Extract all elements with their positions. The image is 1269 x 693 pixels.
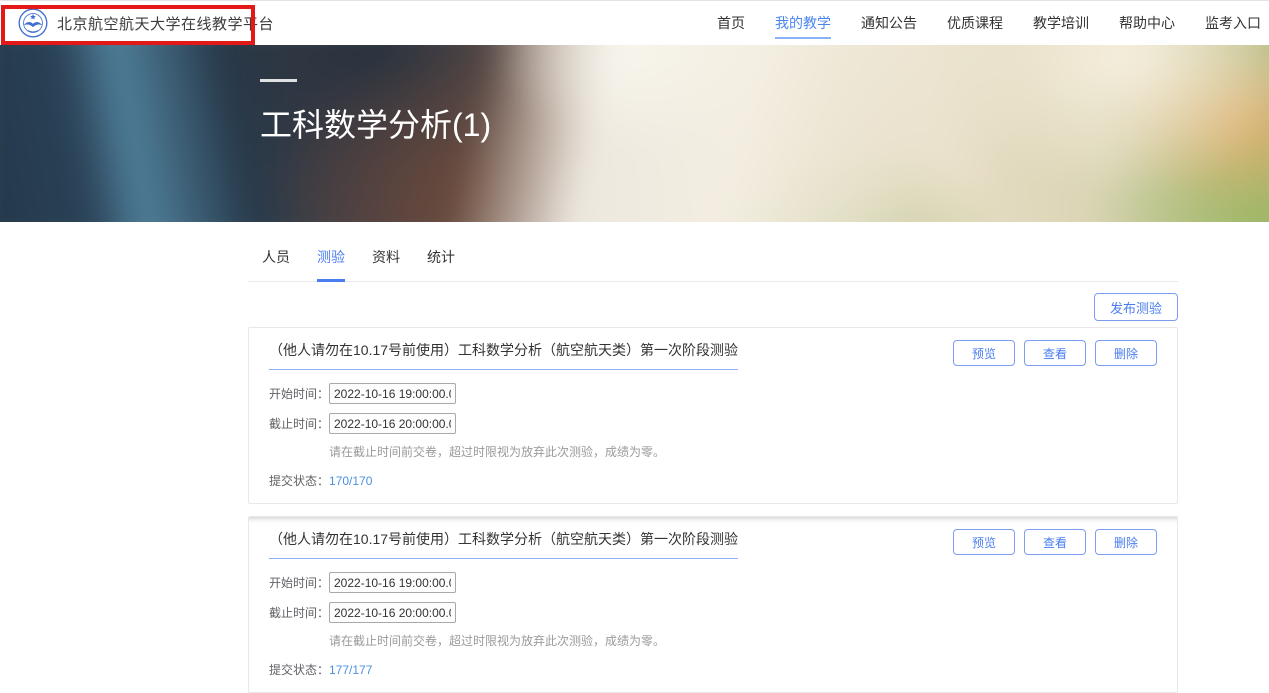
start-time-input[interactable] [329, 572, 456, 593]
tab-members[interactable]: 人员 [262, 247, 290, 282]
view-button[interactable]: 查看 [1024, 340, 1086, 366]
submission-status-label: 提交状态： [269, 474, 329, 488]
start-time-row: 开始时间： [269, 572, 1157, 593]
course-content: 人员 测验 资料 统计 发布测验 （他人请勿在10.17号前使用）工科数学分析（… [248, 247, 1178, 693]
preview-button[interactable]: 预览 [953, 529, 1015, 555]
test-card-title: （他人请勿在10.17号前使用）工科数学分析（航空航天类）第一次阶段测验 [269, 340, 738, 370]
publish-test-button[interactable]: 发布测验 [1094, 293, 1178, 321]
submission-status-row: 提交状态：170/170 [269, 472, 1157, 489]
start-time-row: 开始时间： [269, 383, 1157, 404]
main-nav: 首页 我的教学 通知公告 优质课程 教学培训 帮助中心 监考入口 [717, 7, 1263, 39]
submission-status-row: 提交状态：177/177 [269, 661, 1157, 678]
nav-item-proctor-entrance[interactable]: 监考入口 [1205, 7, 1261, 39]
test-card-head: （他人请勿在10.17号前使用）工科数学分析（航空航天类）第一次阶段测验 预览 … [269, 529, 1157, 559]
banner-accent-dash [260, 79, 297, 82]
top-header: 北京航空航天大学在线教学平台 首页 我的教学 通知公告 优质课程 教学培训 帮助… [0, 0, 1269, 45]
deadline-hint-text: 请在截止时间前交卷，超过时限视为放弃此次测验，成绩为零。 [329, 443, 1157, 460]
preview-button[interactable]: 预览 [953, 340, 1015, 366]
deadline-hint-text: 请在截止时间前交卷，超过时限视为放弃此次测验，成绩为零。 [329, 632, 1157, 649]
course-tabs: 人员 测验 资料 统计 [248, 247, 1178, 282]
nav-item-teacher-training[interactable]: 教学培训 [1033, 7, 1089, 39]
end-time-input[interactable] [329, 602, 456, 623]
test-card-title: （他人请勿在10.17号前使用）工科数学分析（航空航天类）第一次阶段测验 [269, 529, 738, 559]
tests-toolbar: 发布测验 [248, 293, 1178, 321]
course-title: 工科数学分析(1) [260, 107, 491, 144]
nav-item-home[interactable]: 首页 [717, 7, 745, 39]
submission-status-label: 提交状态： [269, 663, 329, 677]
test-card: （他人请勿在10.17号前使用）工科数学分析（航空航天类）第一次阶段测验 预览 … [248, 327, 1178, 504]
test-card: （他人请勿在10.17号前使用）工科数学分析（航空航天类）第一次阶段测验 预览 … [248, 516, 1178, 693]
nav-item-help-center[interactable]: 帮助中心 [1119, 7, 1175, 39]
banner-content: 工科数学分析(1) [260, 79, 491, 144]
banner-background-image [0, 45, 1269, 222]
nav-item-notices[interactable]: 通知公告 [861, 7, 917, 39]
nav-item-my-teaching[interactable]: 我的教学 [775, 7, 831, 39]
delete-button[interactable]: 删除 [1095, 529, 1157, 555]
platform-title: 北京航空航天大学在线教学平台 [57, 13, 274, 34]
view-button[interactable]: 查看 [1024, 529, 1086, 555]
end-time-label: 截止时间： [269, 415, 329, 432]
end-time-label: 截止时间： [269, 604, 329, 621]
course-banner: 工科数学分析(1) [0, 45, 1269, 222]
tab-tests[interactable]: 测验 [317, 247, 345, 282]
end-time-row: 截止时间： [269, 602, 1157, 623]
platform-logo[interactable]: 北京航空航天大学在线教学平台 [18, 8, 274, 38]
end-time-row: 截止时间： [269, 413, 1157, 434]
start-time-label: 开始时间： [269, 574, 329, 591]
delete-button[interactable]: 删除 [1095, 340, 1157, 366]
test-card-head: （他人请勿在10.17号前使用）工科数学分析（航空航天类）第一次阶段测验 预览 … [269, 340, 1157, 370]
submission-status-link[interactable]: 170/170 [329, 474, 372, 488]
start-time-label: 开始时间： [269, 385, 329, 402]
nav-item-quality-courses[interactable]: 优质课程 [947, 7, 1003, 39]
tab-materials[interactable]: 资料 [372, 247, 400, 282]
test-card-actions: 预览 查看 删除 [953, 340, 1157, 366]
tab-statistics[interactable]: 统计 [427, 247, 455, 282]
university-seal-icon [18, 8, 48, 38]
test-card-actions: 预览 查看 删除 [953, 529, 1157, 555]
end-time-input[interactable] [329, 413, 456, 434]
start-time-input[interactable] [329, 383, 456, 404]
submission-status-link[interactable]: 177/177 [329, 663, 372, 677]
